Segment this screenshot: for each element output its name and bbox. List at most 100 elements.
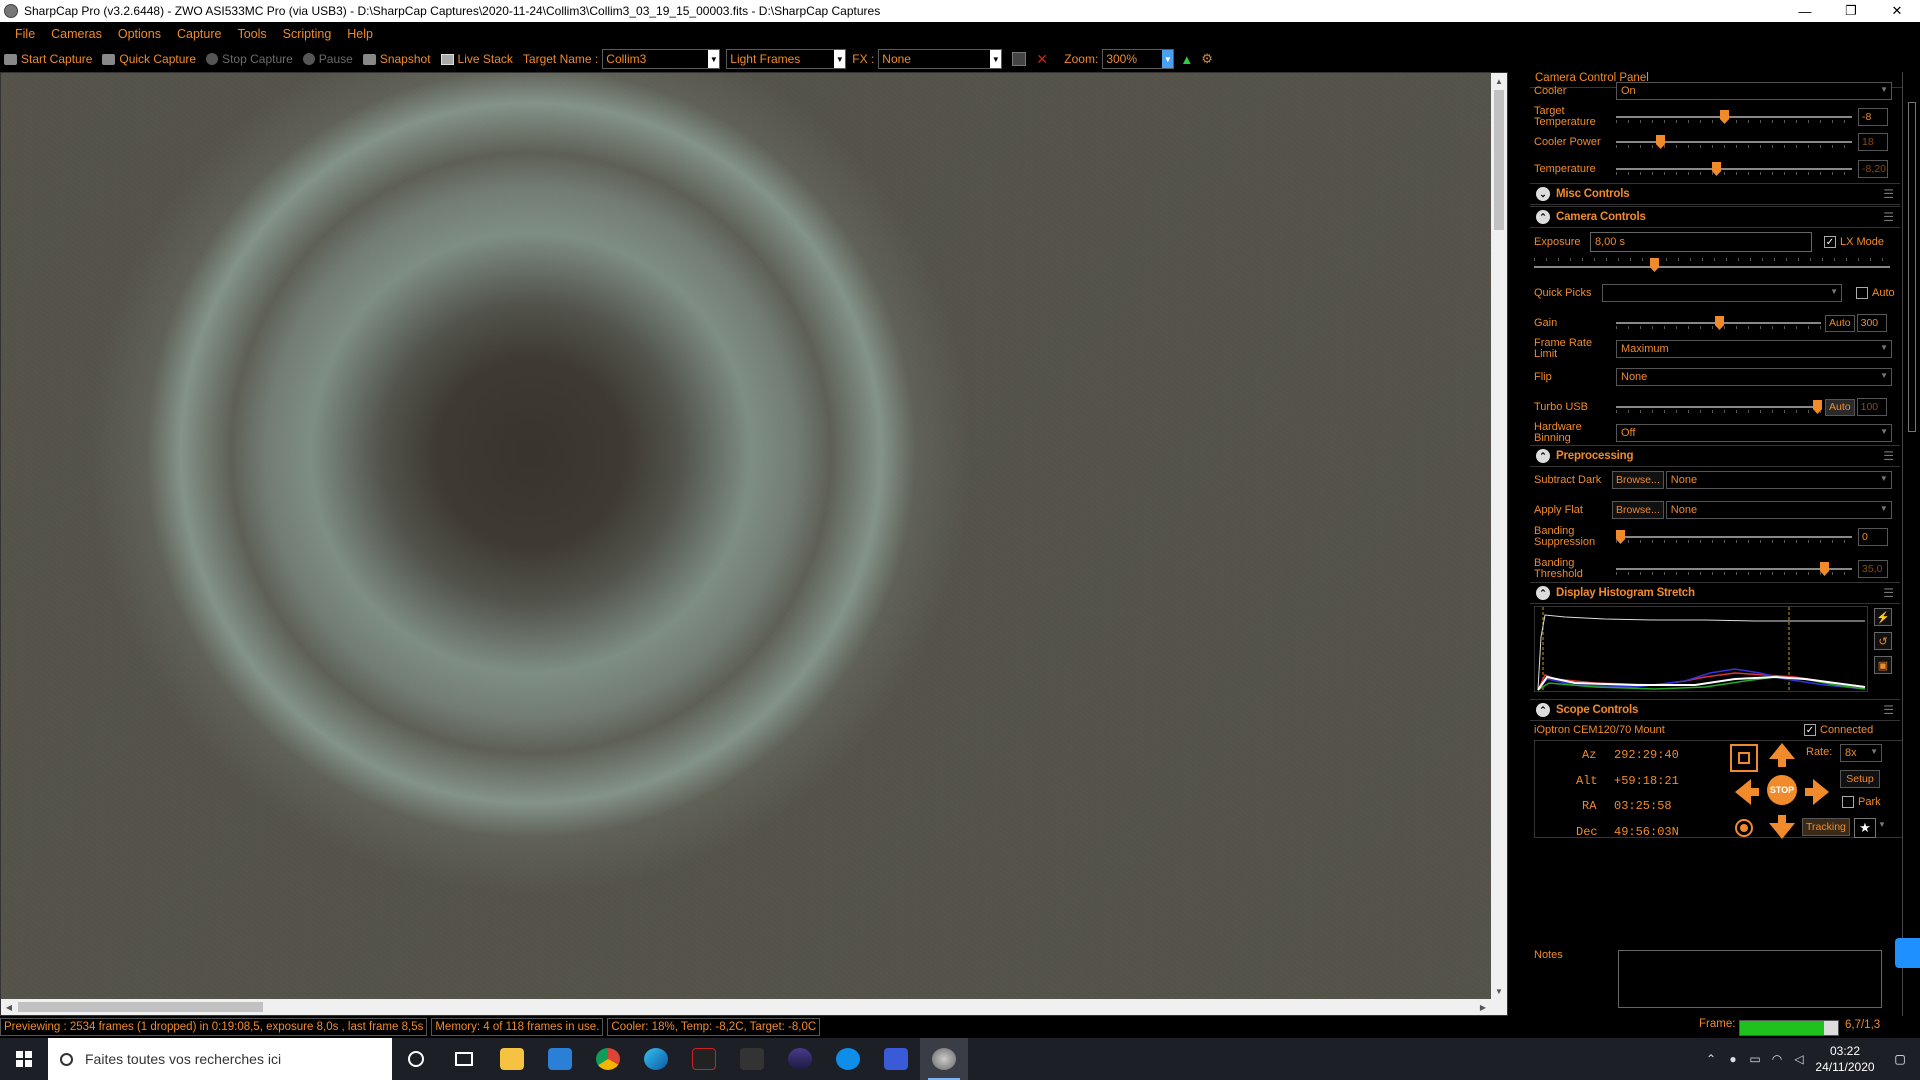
side-widget-tab[interactable] [1895,938,1920,968]
flip-select[interactable]: None ▼ [1616,368,1892,386]
chevron-up-icon[interactable]: ⌃ [1536,210,1550,224]
scroll-thumb[interactable] [1908,102,1916,432]
fx-combo[interactable]: None ▼ [878,49,1003,69]
chevron-up-icon[interactable]: ⌃ [1536,703,1550,717]
park-checkbox[interactable]: Park [1842,796,1881,808]
clock[interactable]: 03:22 24/11/2020 [1810,1043,1880,1075]
move-south-button[interactable] [1765,814,1799,840]
chevron-up-icon[interactable]: ⌃ [1536,586,1550,600]
settings-icon[interactable]: ⚙ [1201,51,1213,67]
chevron-up-icon[interactable]: ⌃ [1700,1052,1722,1066]
frame-rate-select[interactable]: Maximum ▼ [1616,340,1892,358]
menu-icon[interactable]: ☰ [1883,210,1894,224]
battery-icon[interactable]: ▭ [1744,1052,1766,1066]
menu-options[interactable]: Options [118,27,161,41]
minimize-button[interactable]: — [1782,0,1828,22]
menu-icon[interactable]: ☰ [1883,586,1894,600]
slider-knob[interactable] [1650,258,1659,272]
preprocessing-header[interactable]: ⌃ Preprocessing ☰ [1530,445,1900,467]
pause-button[interactable]: Pause [302,52,353,66]
restore-button[interactable]: ❐ [1828,0,1874,22]
target-icon[interactable] [1730,814,1758,842]
quick-capture-button[interactable]: Quick Capture [102,52,196,66]
telescope-app-icon[interactable] [728,1038,776,1080]
cube-app-icon[interactable] [872,1038,920,1080]
misc-controls-header[interactable]: ⌄ Misc Controls ☰ [1530,183,1900,205]
image-viewer[interactable]: ▲ ▼ ◀ ▶ [0,72,1508,1016]
gain-input[interactable]: 300 [1856,314,1887,332]
menu-tools[interactable]: Tools [237,27,266,41]
gain-slider[interactable] [1616,316,1821,330]
menu-cameras[interactable]: Cameras [51,27,102,41]
target-temp-input[interactable]: -8 [1858,108,1888,126]
turbo-usb-auto-button[interactable]: Auto [1825,398,1855,416]
start-button[interactable] [0,1038,48,1080]
scroll-right-icon[interactable]: ▶ [1475,999,1491,1015]
banding-suppression-slider[interactable] [1616,530,1852,544]
taskbar-search[interactable]: Faites toutes vos recherches ici [48,1038,392,1080]
histogram-display[interactable] [1534,606,1868,692]
banding-suppression-input[interactable]: 0 [1858,528,1888,546]
goto-icon[interactable] [1730,744,1758,772]
star-icon[interactable]: ★ [1854,818,1876,838]
snapshot-button[interactable]: Snapshot [362,52,431,66]
setup-button[interactable]: Setup [1840,770,1880,788]
close-button[interactable]: ✕ [1874,0,1920,22]
move-east-button[interactable] [1804,775,1830,809]
menu-capture[interactable]: Capture [177,27,221,41]
camera-controls-header[interactable]: ⌃ Camera Controls ☰ [1530,206,1900,228]
menu-help[interactable]: Help [347,27,373,41]
app-red-icon[interactable] [680,1038,728,1080]
reticle-icon[interactable] [1012,52,1027,66]
binning-select[interactable]: Off ▼ [1616,424,1892,442]
target-name-combo[interactable]: Collim3 ▼ [602,49,721,69]
chevron-down-icon[interactable]: ▼ [1878,820,1886,829]
mail-icon[interactable] [536,1038,584,1080]
clear-icon[interactable]: ✕ [1036,52,1050,66]
scroll-up-icon[interactable]: ▲ [1491,73,1507,89]
chevron-up-icon[interactable]: ⌃ [1536,449,1550,463]
target-temp-slider[interactable] [1616,110,1852,124]
zoom-combo[interactable]: 300% ▼ [1102,49,1175,69]
viewer-horizontal-scrollbar[interactable]: ◀ ▶ [1,999,1507,1015]
stop-button[interactable]: STOP [1765,775,1799,805]
gain-auto-button[interactable]: Auto [1825,314,1855,332]
scroll-left-icon[interactable]: ◀ [1,999,17,1015]
edge-icon[interactable] [632,1038,680,1080]
scope-controls-header[interactable]: ⌃ Scope Controls ☰ [1530,699,1900,721]
histogram-header[interactable]: ⌃ Display Histogram Stretch ☰ [1530,582,1900,604]
scroll-thumb[interactable] [1494,90,1504,230]
task-view-icon[interactable] [440,1038,488,1080]
turbo-usb-input[interactable]: 100 [1856,398,1887,416]
volume-icon[interactable]: ◁ [1788,1052,1810,1066]
scroll-thumb[interactable] [18,1002,263,1012]
banding-threshold-input[interactable]: 35,0 [1858,560,1888,578]
connected-checkbox[interactable]: ✓ Connected [1804,724,1873,736]
teamviewer-icon[interactable] [824,1038,872,1080]
move-west-button[interactable] [1734,775,1760,809]
reset-icon[interactable]: ↺ [1874,632,1892,650]
menu-icon[interactable]: ☰ [1883,703,1894,717]
exposure-slider[interactable] [1534,258,1890,272]
subtract-dark-browse-button[interactable]: Browse... [1612,471,1664,489]
save-icon[interactable]: ▣ [1874,656,1892,674]
file-explorer-icon[interactable] [488,1038,536,1080]
scroll-down-icon[interactable]: ▼ [1491,983,1507,999]
tracking-button[interactable]: Tracking [1802,818,1850,836]
turbo-usb-slider[interactable] [1616,400,1822,414]
microphone-icon[interactable]: ● [1722,1052,1744,1066]
histogram-icon[interactable]: ▲ [1180,52,1193,67]
apply-flat-select[interactable]: None ▼ [1665,501,1892,519]
quick-picks-select[interactable]: ▼ [1602,284,1842,302]
menu-file[interactable]: File [15,27,35,41]
start-capture-button[interactable]: Start Capture [4,52,92,66]
wifi-icon[interactable]: ◠ [1766,1052,1788,1066]
panel-scrollbar[interactable] [1902,72,1920,1016]
subtract-dark-select[interactable]: None ▼ [1665,471,1892,489]
chevron-down-icon[interactable]: ⌄ [1536,187,1550,201]
rate-select[interactable]: 8x ▼ [1840,744,1882,762]
stellarium-icon[interactable] [776,1038,824,1080]
auto-stretch-icon[interactable]: ⚡ [1874,608,1892,626]
menu-icon[interactable]: ☰ [1883,449,1894,463]
sharpcap-taskbar-icon[interactable] [920,1038,968,1080]
